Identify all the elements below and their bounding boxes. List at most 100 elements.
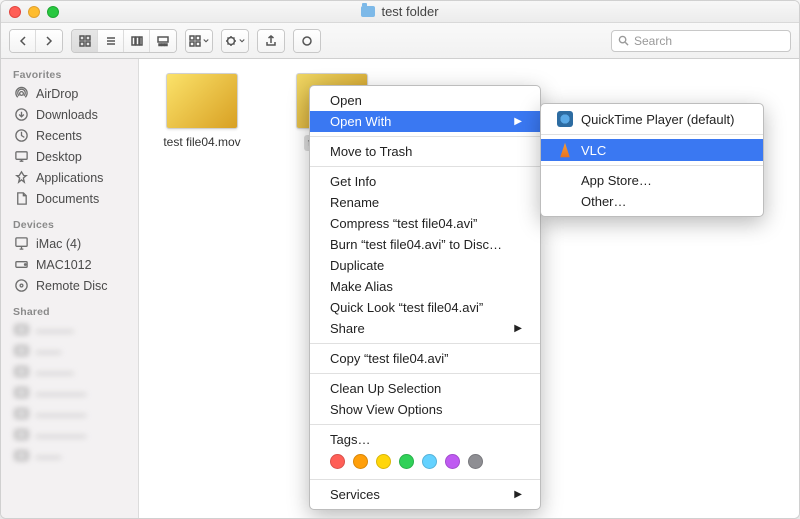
menu-clean-up[interactable]: Clean Up Selection xyxy=(310,378,540,399)
tag-color-dot[interactable] xyxy=(422,454,437,469)
menu-get-info[interactable]: Get Info xyxy=(310,171,540,192)
open-with-submenu: QuickTime Player (default) VLC App Store… xyxy=(540,103,764,217)
submenu-arrow-icon: ▶ xyxy=(514,489,522,500)
sidebar-item-applications[interactable]: Applications xyxy=(1,167,138,188)
sidebar-item-shared[interactable]: —— xyxy=(1,446,138,467)
window-controls xyxy=(9,6,59,18)
file-name: test file04.mov xyxy=(157,135,247,149)
window-title-text: test folder xyxy=(381,4,438,19)
sidebar-item-documents[interactable]: Documents xyxy=(1,188,138,209)
menu-move-to-trash[interactable]: Move to Trash xyxy=(310,141,540,162)
file-item[interactable]: test file04.mov xyxy=(157,73,247,156)
recents-icon xyxy=(13,128,29,144)
arrange-group xyxy=(185,29,213,53)
list-view-button[interactable] xyxy=(98,30,124,52)
tag-color-dot[interactable] xyxy=(353,454,368,469)
desktop-icon xyxy=(13,149,29,165)
action-button[interactable] xyxy=(222,30,248,52)
submenu-arrow-icon: ▶ xyxy=(514,323,522,334)
window-title: test folder xyxy=(361,4,438,19)
hdd-icon xyxy=(13,257,29,273)
back-button[interactable] xyxy=(10,30,36,52)
menu-separator xyxy=(541,165,763,166)
share-button[interactable] xyxy=(258,30,284,52)
menu-rename[interactable]: Rename xyxy=(310,192,540,213)
gallery-view-button[interactable] xyxy=(150,30,176,52)
search-placeholder: Search xyxy=(634,34,672,48)
quicktime-icon xyxy=(557,111,573,127)
sidebar-item-airdrop[interactable]: AirDrop xyxy=(1,83,138,104)
arrange-button[interactable] xyxy=(186,30,212,52)
imac-icon xyxy=(13,236,29,252)
submenu-other[interactable]: Other… xyxy=(541,191,763,212)
menu-open[interactable]: Open xyxy=(310,90,540,111)
tag-color-dot[interactable] xyxy=(330,454,345,469)
sidebar-item-remote-disc[interactable]: Remote Disc xyxy=(1,275,138,296)
sidebar: Favorites AirDrop Downloads Recents Desk… xyxy=(1,59,139,518)
menu-burn[interactable]: Burn “test file04.avi” to Disc… xyxy=(310,234,540,255)
menu-separator xyxy=(310,373,540,374)
sidebar-item-shared[interactable]: —— xyxy=(1,341,138,362)
file-thumbnail xyxy=(166,73,238,129)
action-group xyxy=(221,29,249,53)
menu-separator xyxy=(310,424,540,425)
content-area[interactable]: test file04.mov test file... Open Open W… xyxy=(139,59,799,518)
sidebar-heading-favorites: Favorites xyxy=(1,65,138,83)
toolbar: Search xyxy=(1,23,799,59)
sidebar-item-downloads[interactable]: Downloads xyxy=(1,104,138,125)
tags-button[interactable] xyxy=(294,30,320,52)
icon-view-button[interactable] xyxy=(72,30,98,52)
disc-icon xyxy=(13,278,29,294)
context-menu: Open Open With▶ Move to Trash Get Info R… xyxy=(309,85,541,510)
sidebar-item-shared[interactable]: ——— xyxy=(1,362,138,383)
sidebar-item-shared[interactable]: ———— xyxy=(1,425,138,446)
sidebar-item-shared[interactable]: ———— xyxy=(1,404,138,425)
submenu-quicktime[interactable]: QuickTime Player (default) xyxy=(541,108,763,130)
menu-separator xyxy=(310,136,540,137)
tags-row xyxy=(310,450,540,475)
menu-duplicate[interactable]: Duplicate xyxy=(310,255,540,276)
folder-icon xyxy=(361,6,375,17)
menu-separator xyxy=(310,166,540,167)
submenu-vlc[interactable]: VLC xyxy=(541,139,763,161)
sidebar-heading-shared: Shared xyxy=(1,302,138,320)
menu-separator xyxy=(310,343,540,344)
downloads-icon xyxy=(13,107,29,123)
sidebar-item-recents[interactable]: Recents xyxy=(1,125,138,146)
menu-copy[interactable]: Copy “test file04.avi” xyxy=(310,348,540,369)
titlebar: test folder xyxy=(1,1,799,23)
zoom-window-button[interactable] xyxy=(47,6,59,18)
menu-quick-look[interactable]: Quick Look “test file04.avi” xyxy=(310,297,540,318)
tag-color-dot[interactable] xyxy=(445,454,460,469)
minimize-window-button[interactable] xyxy=(28,6,40,18)
sidebar-item-mac1012[interactable]: MAC1012 xyxy=(1,254,138,275)
menu-compress[interactable]: Compress “test file04.avi” xyxy=(310,213,540,234)
vlc-icon xyxy=(557,142,573,158)
sidebar-item-shared[interactable]: ———— xyxy=(1,383,138,404)
sidebar-item-shared[interactable]: ——— xyxy=(1,320,138,341)
sidebar-item-desktop[interactable]: Desktop xyxy=(1,146,138,167)
menu-tags[interactable]: Tags… xyxy=(310,429,540,450)
sidebar-item-imac[interactable]: iMac (4) xyxy=(1,233,138,254)
menu-share[interactable]: Share▶ xyxy=(310,318,540,339)
submenu-arrow-icon: ▶ xyxy=(514,116,522,127)
submenu-app-store[interactable]: App Store… xyxy=(541,170,763,191)
menu-services[interactable]: Services▶ xyxy=(310,484,540,505)
close-window-button[interactable] xyxy=(9,6,21,18)
view-buttons xyxy=(71,29,177,53)
menu-separator xyxy=(541,134,763,135)
sidebar-heading-devices: Devices xyxy=(1,215,138,233)
menu-show-view-options[interactable]: Show View Options xyxy=(310,399,540,420)
menu-separator xyxy=(310,479,540,480)
tag-color-dot[interactable] xyxy=(468,454,483,469)
airdrop-icon xyxy=(13,86,29,102)
share-group xyxy=(257,29,285,53)
menu-open-with[interactable]: Open With▶ xyxy=(310,111,540,132)
column-view-button[interactable] xyxy=(124,30,150,52)
tag-color-dot[interactable] xyxy=(399,454,414,469)
forward-button[interactable] xyxy=(36,30,62,52)
nav-buttons xyxy=(9,29,63,53)
menu-make-alias[interactable]: Make Alias xyxy=(310,276,540,297)
tag-color-dot[interactable] xyxy=(376,454,391,469)
search-field[interactable]: Search xyxy=(611,30,791,52)
